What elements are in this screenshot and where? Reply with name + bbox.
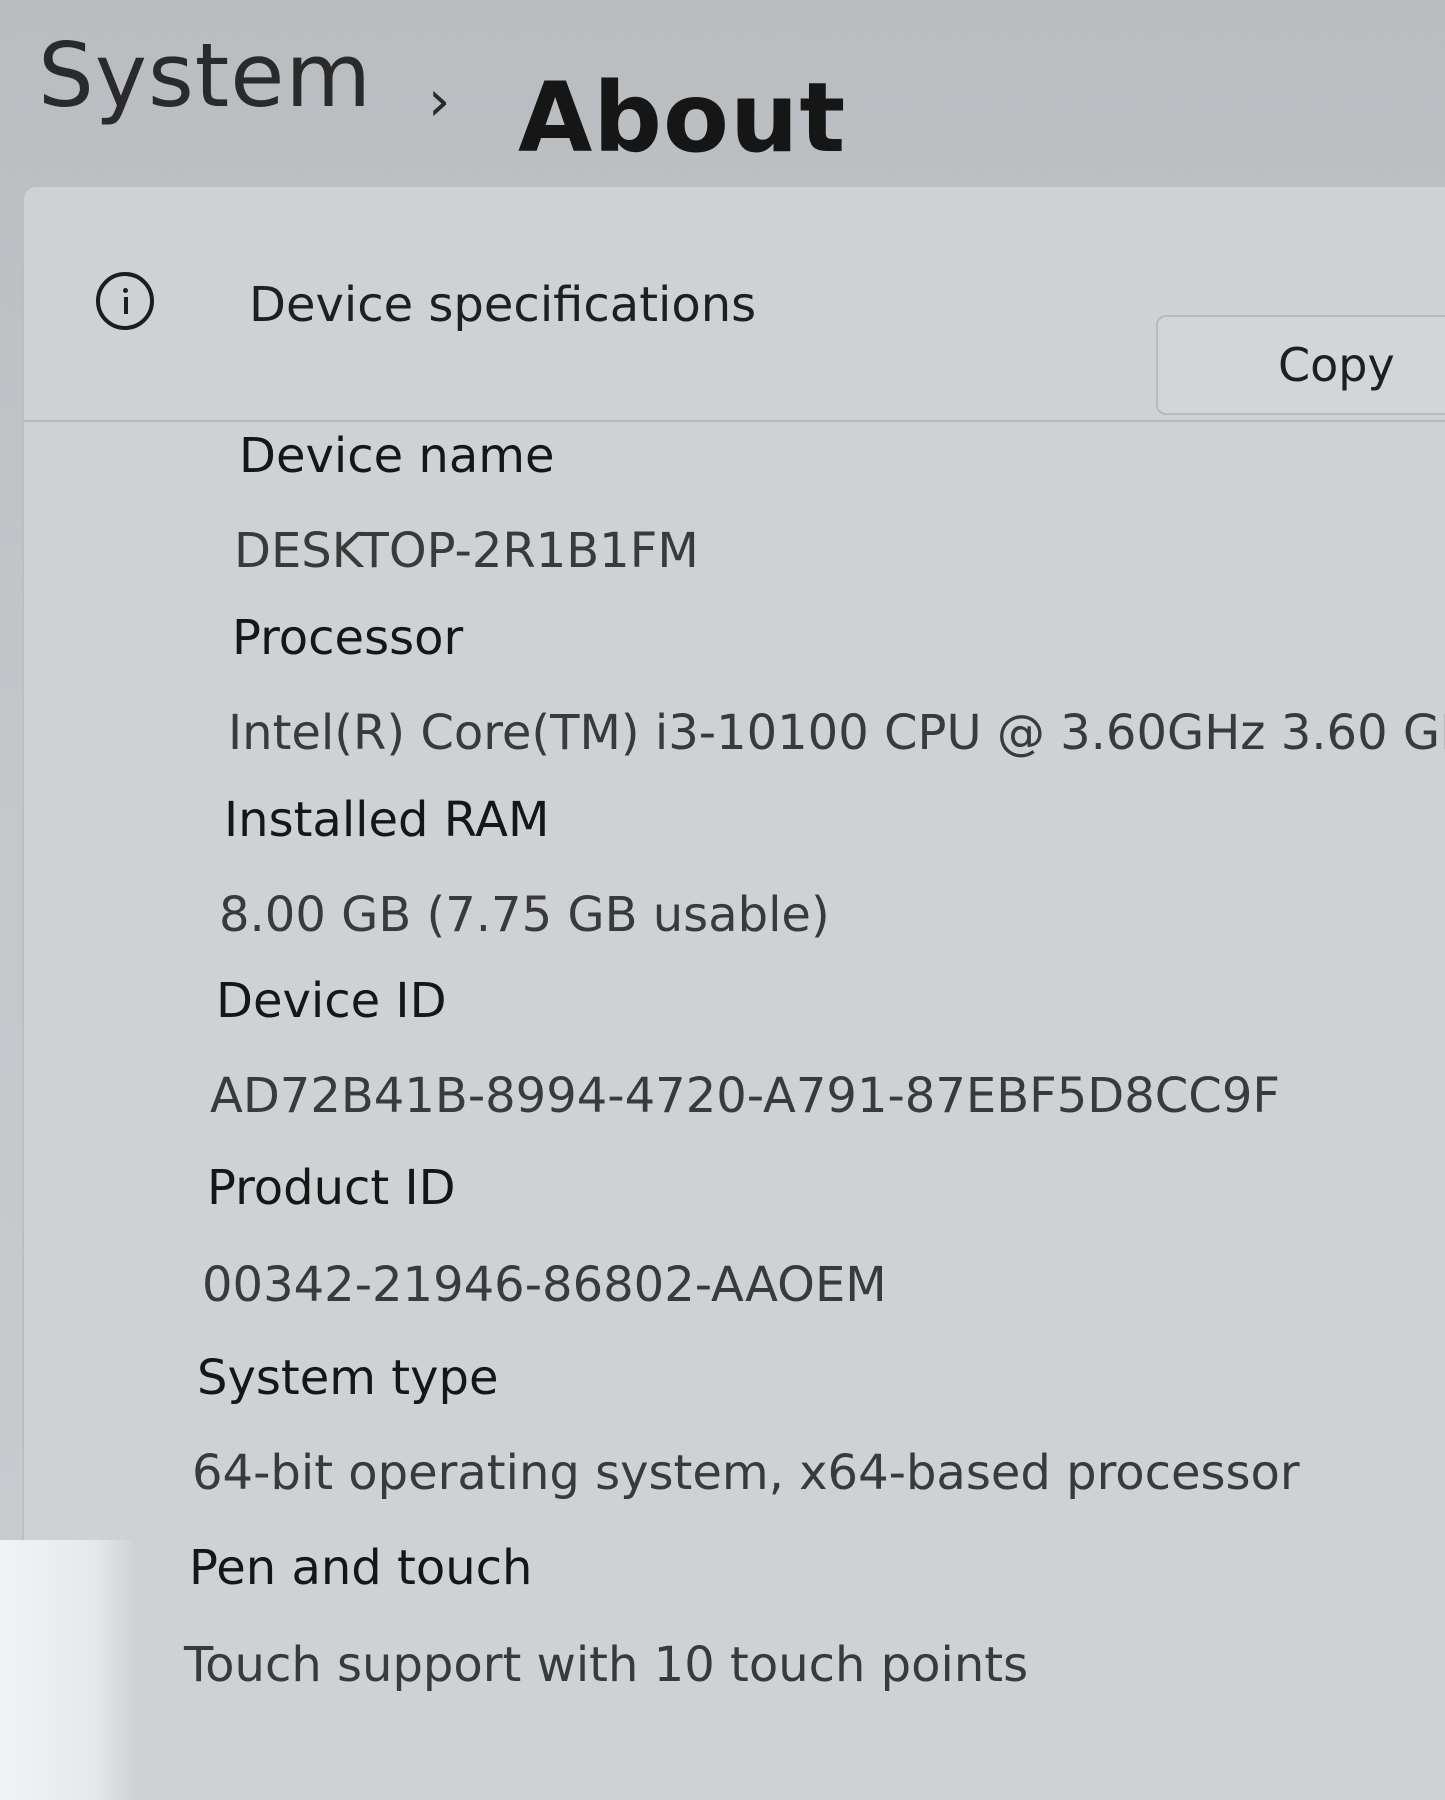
spec-value-pen-and-touch: Touch support with 10 touch points [184,1637,1029,1693]
spec-value-device-id: AD72B41B-8994-4720-A791-87EBF5D8CC9F [210,1068,1280,1124]
spec-label-device-id: Device ID [216,973,447,1029]
spec-value-product-id: 00342-21946-86802-AAOEM [202,1257,887,1313]
info-icon [96,272,154,330]
spec-label-processor: Processor [232,610,464,666]
device-specifications-title: Device specifications [249,277,757,333]
spec-value-system-type: 64-bit operating system, x64-based proce… [192,1445,1300,1501]
spec-value-processor: Intel(R) Core(TM) i3-10100 CPU @ 3.60GHz… [228,705,1445,761]
page-title: About [518,62,847,174]
spec-label-product-id: Product ID [207,1160,456,1216]
spec-label-system-type: System type [197,1350,499,1406]
spec-label-pen-and-touch: Pen and touch [189,1540,533,1596]
copy-button[interactable]: Copy [1156,315,1445,415]
spec-value-installed-ram: 8.00 GB (7.75 GB usable) [219,887,830,943]
chevron-right-icon: › [428,69,451,134]
device-specifications-card: Device specifications Copy Device name D… [22,185,1445,1800]
breadcrumb: System › About [38,27,1418,178]
device-specifications-header[interactable]: Device specifications Copy [24,187,1445,422]
breadcrumb-system-link[interactable]: System [38,27,372,125]
spec-label-device-name: Device name [239,428,555,484]
screen-glare [0,1540,135,1800]
spec-label-installed-ram: Installed RAM [224,792,550,848]
spec-value-device-name: DESKTOP-2R1B1FM [234,523,699,579]
